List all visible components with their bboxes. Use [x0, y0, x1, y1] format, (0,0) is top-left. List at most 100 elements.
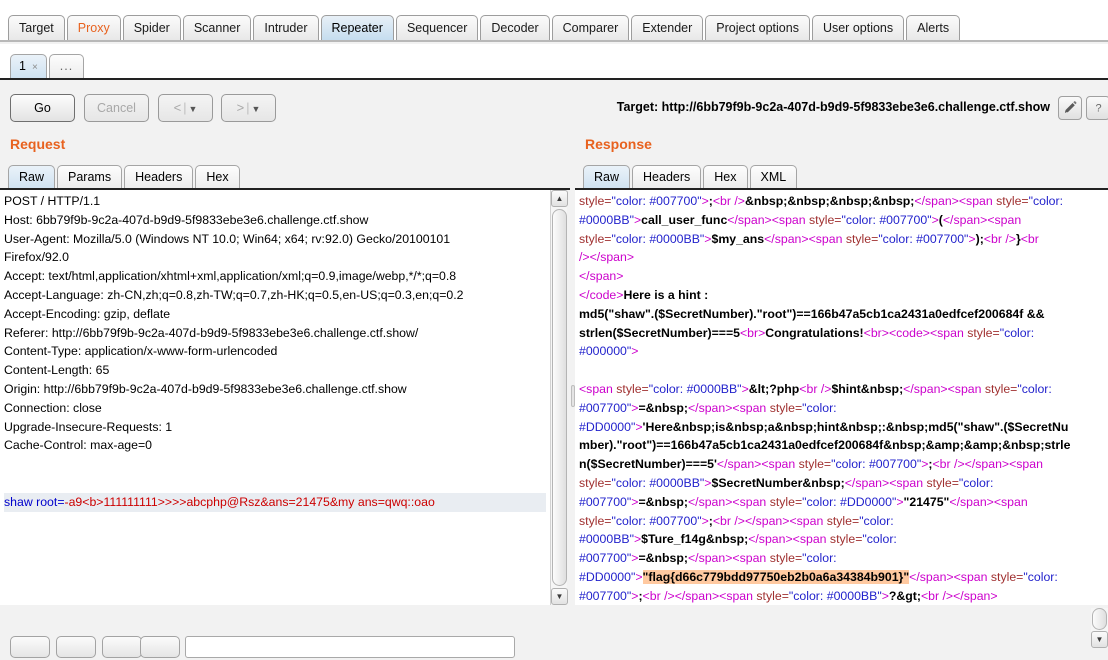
chevron-down-icon: ▼ — [188, 104, 197, 114]
request-editor[interactable]: POST / HTTP/1.1Host: 6bb79f9b-9c2a-407d-… — [0, 190, 550, 605]
response-line: strlen($SecretNumber)===5<br>Congratulat… — [579, 324, 1104, 343]
main-tab-project-options[interactable]: Project options — [705, 15, 810, 40]
response-token: style= — [579, 476, 611, 490]
main-tab-label: Spider — [134, 21, 170, 35]
close-icon[interactable]: × — [32, 62, 38, 73]
response-panel: Response RawHeadersHexXML style="color: … — [575, 130, 1108, 660]
response-token: <br> — [864, 326, 889, 340]
main-tab-target[interactable]: Target — [8, 15, 65, 40]
response-token: "color: — [859, 514, 893, 528]
response-token: $Ture_f14g&nbsp; — [641, 532, 748, 546]
target-help-button[interactable]: ? — [1086, 96, 1108, 120]
request-tab-params[interactable]: Params — [57, 165, 122, 189]
go-button[interactable]: Go — [10, 94, 75, 122]
window-vertical-scrollbar[interactable]: ▼ — [1091, 608, 1108, 648]
main-tab-label: Sequencer — [407, 21, 467, 35]
response-token: #000000" — [579, 344, 631, 358]
history-back-button[interactable]: <|▼ — [158, 94, 213, 122]
response-token: "color: #0000BB" — [611, 476, 704, 490]
response-token: > — [882, 589, 889, 603]
response-token: style= — [985, 382, 1017, 396]
main-tab-proxy[interactable]: Proxy — [67, 15, 121, 40]
response-token: #DD0000" — [579, 570, 635, 584]
main-tab-sequencer[interactable]: Sequencer — [396, 15, 478, 40]
request-header-line: Content-Type: application/x-www-form-url… — [4, 342, 546, 361]
response-token: "color: — [1000, 326, 1034, 340]
response-token: <br /> — [933, 457, 965, 471]
response-tab-label: Headers — [643, 170, 690, 184]
response-token: <span — [994, 495, 1028, 509]
response-token: <span — [732, 401, 769, 415]
main-tab-label: Proxy — [78, 21, 110, 35]
response-line: #000000"> — [579, 342, 1104, 361]
main-tab-scanner[interactable]: Scanner — [183, 15, 252, 40]
response-token: #007700" — [579, 589, 631, 603]
response-line: #DD0000">'Here&nbsp;is&nbsp;a&nbsp;hint&… — [579, 418, 1104, 437]
response-token: style= — [996, 194, 1028, 208]
find-button-1[interactable] — [10, 636, 50, 658]
request-header-line: Connection: close — [4, 399, 546, 418]
new-repeater-tab-button[interactable]: ... — [49, 54, 84, 78]
response-token: <br> — [740, 326, 765, 340]
main-tab-alerts[interactable]: Alerts — [906, 15, 960, 40]
response-token: > — [742, 382, 749, 396]
response-token: </span> — [717, 457, 761, 471]
button-separator: | — [183, 101, 186, 115]
request-header-line: Cache-Control: max-age=0 — [4, 436, 546, 455]
request-vertical-scrollbar[interactable]: ▲ ▼ — [550, 190, 567, 605]
response-token: <span — [732, 551, 769, 565]
history-forward-button[interactable]: >|▼ — [221, 94, 276, 122]
response-token: "color: #0000BB" — [789, 589, 882, 603]
response-tab-hex[interactable]: Hex — [703, 165, 747, 189]
request-post-body: shaw root=-a9<b>111111111>>>>abcphp@Rsz&… — [4, 493, 546, 512]
scroll-down-icon[interactable]: ▼ — [551, 588, 568, 605]
response-editor[interactable]: style="color: #007700">;<br />&nbsp;&nbs… — [575, 190, 1108, 605]
repeater-tab-1[interactable]: 1× — [10, 54, 47, 78]
scroll-down-icon[interactable]: ▼ — [1091, 631, 1108, 648]
find-button-4[interactable] — [140, 636, 180, 658]
post-body-payload: -a9<b>111111111>>>>abcphp@Rsz&ans=21475&… — [65, 495, 435, 509]
response-token: "color: #0000BB" — [649, 382, 742, 396]
response-tab-headers[interactable]: Headers — [632, 165, 701, 189]
response-token: #007700" — [579, 401, 631, 415]
response-raw-text: style="color: #007700">;<br />&nbsp;&nbs… — [579, 192, 1104, 605]
target-edit-button[interactable] — [1058, 96, 1082, 120]
response-tab-xml[interactable]: XML — [750, 165, 798, 189]
response-title: Response — [585, 136, 652, 152]
main-tab-decoder[interactable]: Decoder — [480, 15, 549, 40]
response-token: <span — [987, 213, 1021, 227]
main-tab-user-options[interactable]: User options — [812, 15, 904, 40]
request-tab-raw[interactable]: Raw — [8, 165, 55, 189]
main-tab-repeater[interactable]: Repeater — [321, 15, 394, 40]
response-token: #0000BB" — [579, 532, 634, 546]
pencil-icon — [1063, 100, 1078, 115]
request-find-input[interactable] — [185, 636, 515, 658]
response-token: $my_ans — [711, 232, 764, 246]
response-token: <span — [732, 495, 769, 509]
response-token: <span — [889, 476, 926, 490]
cancel-button[interactable]: Cancel — [84, 94, 149, 122]
scroll-thumb[interactable] — [1092, 608, 1107, 630]
main-tab-spider[interactable]: Spider — [123, 15, 181, 40]
main-tab-intruder[interactable]: Intruder — [253, 15, 318, 40]
response-token: </span> — [943, 213, 987, 227]
main-tab-bar: Target Proxy Spider ScannerIntruderRepeater… — [0, 0, 1108, 42]
response-token: n($SecretNumber)===5' — [579, 457, 717, 471]
request-tab-hex[interactable]: Hex — [195, 165, 239, 189]
find-button-3[interactable] — [102, 636, 142, 658]
response-token: </span> — [903, 382, 947, 396]
response-token: ); — [976, 232, 984, 246]
response-line: </span> — [579, 267, 1104, 286]
response-line: mber)."root")==166b47a5cb1ca2431a0edfcef… — [579, 436, 1104, 455]
scroll-thumb[interactable] — [552, 209, 567, 586]
request-header-line: Host: 6bb79f9b-9c2a-407d-b9d9-5f9833ebe3… — [4, 211, 546, 230]
request-header-line: Firefox/92.0 — [4, 248, 546, 267]
find-button-2[interactable] — [56, 636, 96, 658]
scroll-up-icon[interactable]: ▲ — [551, 190, 568, 207]
main-tab-comparer[interactable]: Comparer — [552, 15, 630, 40]
response-token: style= — [799, 457, 831, 471]
main-tab-extender[interactable]: Extender — [631, 15, 703, 40]
request-tab-headers[interactable]: Headers — [124, 165, 193, 189]
response-token: style= — [846, 232, 878, 246]
response-tab-raw[interactable]: Raw — [583, 165, 630, 189]
